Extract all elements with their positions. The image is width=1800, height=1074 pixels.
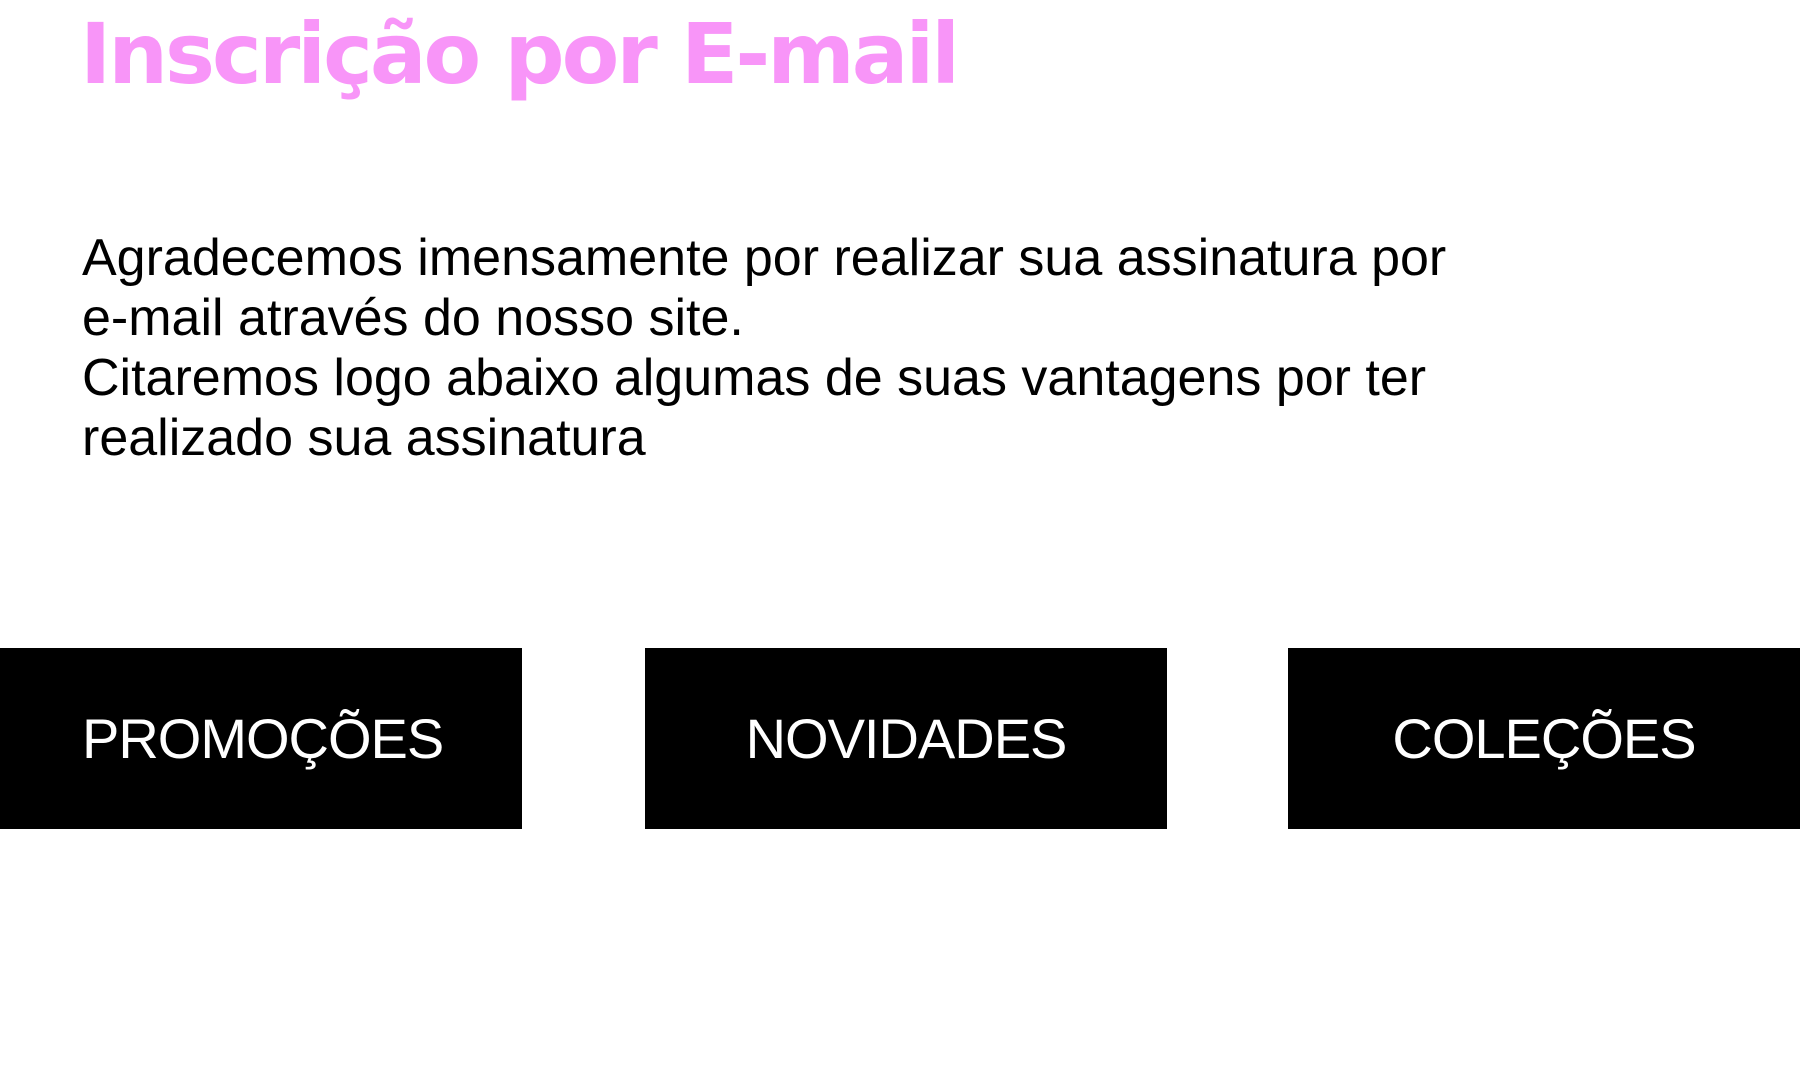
intro-line: Citaremos logo abaixo algumas de suas va… — [82, 349, 1427, 407]
intro-line: e-mail através do nosso site. — [82, 289, 744, 347]
intro-line: realizado sua assinatura — [82, 409, 646, 467]
page-title: Inscrição por E-mail — [80, 5, 960, 103]
promocoes-button-label: PROMOÇÕES — [82, 707, 444, 770]
intro-line: Agradecemos imensamente por realizar sua… — [82, 229, 1447, 287]
promocoes-button[interactable]: PROMOÇÕES — [0, 648, 522, 829]
colecoes-button-label: COLEÇÕES — [1392, 707, 1696, 770]
novidades-button-label: NOVIDADES — [745, 707, 1068, 770]
colecoes-button[interactable]: COLEÇÕES — [1288, 648, 1800, 829]
intro-text: Agradecemos imensamente por realizar sua… — [82, 228, 1542, 468]
novidades-button[interactable]: NOVIDADES — [645, 648, 1167, 829]
